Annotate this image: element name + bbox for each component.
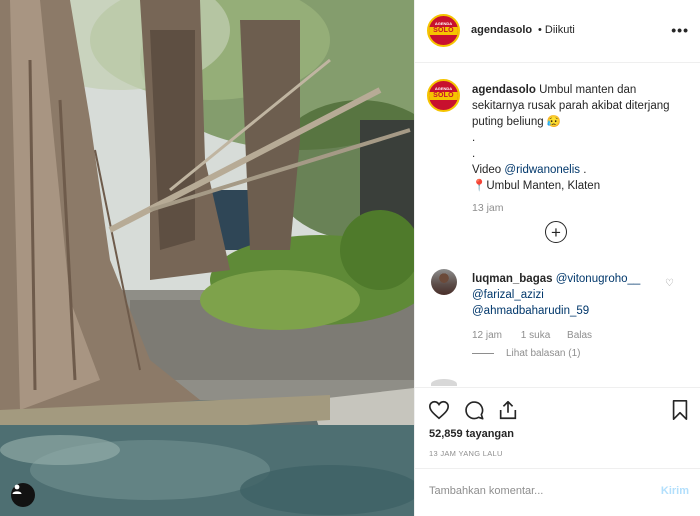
comment-timestamp[interactable]: 12 jam xyxy=(472,330,502,341)
comment-like-icon[interactable]: ♡ xyxy=(665,278,674,289)
avatar[interactable]: AGENDA SOLO xyxy=(427,14,460,47)
post-header: AGENDA SOLO agendasolo • Diikuti ••• xyxy=(415,0,700,63)
comment-text: luqman_bagas @vitonugroho__ @farizal_azi… xyxy=(472,271,662,319)
divider-line xyxy=(472,353,494,354)
comment-icon[interactable] xyxy=(463,399,485,421)
commenter-avatar[interactable] xyxy=(431,269,457,295)
next-comment-avatar xyxy=(431,379,457,386)
heart-icon[interactable] xyxy=(428,399,450,421)
action-bar xyxy=(415,387,700,433)
comment-input[interactable] xyxy=(429,485,629,497)
view-replies-label: Lihat balasan (1) xyxy=(506,348,581,359)
caption-location: 📍Umbul Manten, Klaten xyxy=(472,180,601,192)
bookmark-icon[interactable] xyxy=(669,399,691,421)
follow-status[interactable]: • Diikuti xyxy=(538,24,575,36)
comment-mention[interactable]: @ahmadbaharudin_59 xyxy=(472,305,589,317)
share-icon[interactable] xyxy=(497,399,519,421)
caption-avatar-logo-band: SOLO xyxy=(429,91,458,100)
view-replies-button[interactable]: Lihat balasan (1) xyxy=(472,348,581,359)
post-comment-button[interactable]: Kirim xyxy=(661,485,689,497)
caption-video-suffix: . xyxy=(583,164,587,176)
header-username[interactable]: agendasolo xyxy=(471,24,532,36)
comment-meta: 12 jam 1 suka Balas xyxy=(472,330,606,341)
caption-dot: . xyxy=(472,148,476,160)
video-frame xyxy=(0,0,414,516)
instagram-post: AGENDA SOLO agendasolo • Diikuti ••• AGE… xyxy=(0,0,700,516)
post-timestamp[interactable]: 13 JAM YANG LALU xyxy=(429,449,503,458)
caption-video-tag[interactable]: @ridwanonelis xyxy=(504,164,580,176)
comment-username[interactable]: luqman_bagas xyxy=(472,273,553,285)
comments-list[interactable]: AGENDA SOLO agendasolo Umbul manten dan … xyxy=(415,64,700,386)
post-sidebar: AGENDA SOLO agendasolo • Diikuti ••• AGE… xyxy=(414,0,700,516)
caption-username[interactable]: agendasolo xyxy=(472,84,536,96)
caption-dot: . xyxy=(472,132,476,144)
comment-form: Kirim xyxy=(415,468,700,516)
view-count[interactable]: 52,859 tayangan xyxy=(429,428,514,440)
comment-mention[interactable]: @vitonugroho__ xyxy=(556,273,641,285)
post-video[interactable] xyxy=(0,0,414,516)
caption-video-prefix: Video xyxy=(472,164,502,176)
caption-timestamp[interactable]: 13 jam xyxy=(472,202,504,214)
comment-likes[interactable]: 1 suka xyxy=(521,330,550,341)
caption-text: agendasolo Umbul manten dan sekitarnya r… xyxy=(472,82,682,194)
avatar-logo-top: AGENDA xyxy=(434,21,453,26)
caption-avatar-logo-top: AGENDA xyxy=(434,86,453,91)
caption-avatar[interactable]: AGENDA SOLO xyxy=(427,79,460,112)
more-options-icon[interactable]: ••• xyxy=(671,22,689,38)
user-tag-icon[interactable] xyxy=(11,483,35,507)
comment-mention[interactable]: @farizal_azizi xyxy=(472,289,544,301)
load-more-comments-icon[interactable]: + xyxy=(545,221,567,243)
avatar-logo-band: SOLO xyxy=(429,26,458,35)
comment-reply-button[interactable]: Balas xyxy=(567,330,592,341)
